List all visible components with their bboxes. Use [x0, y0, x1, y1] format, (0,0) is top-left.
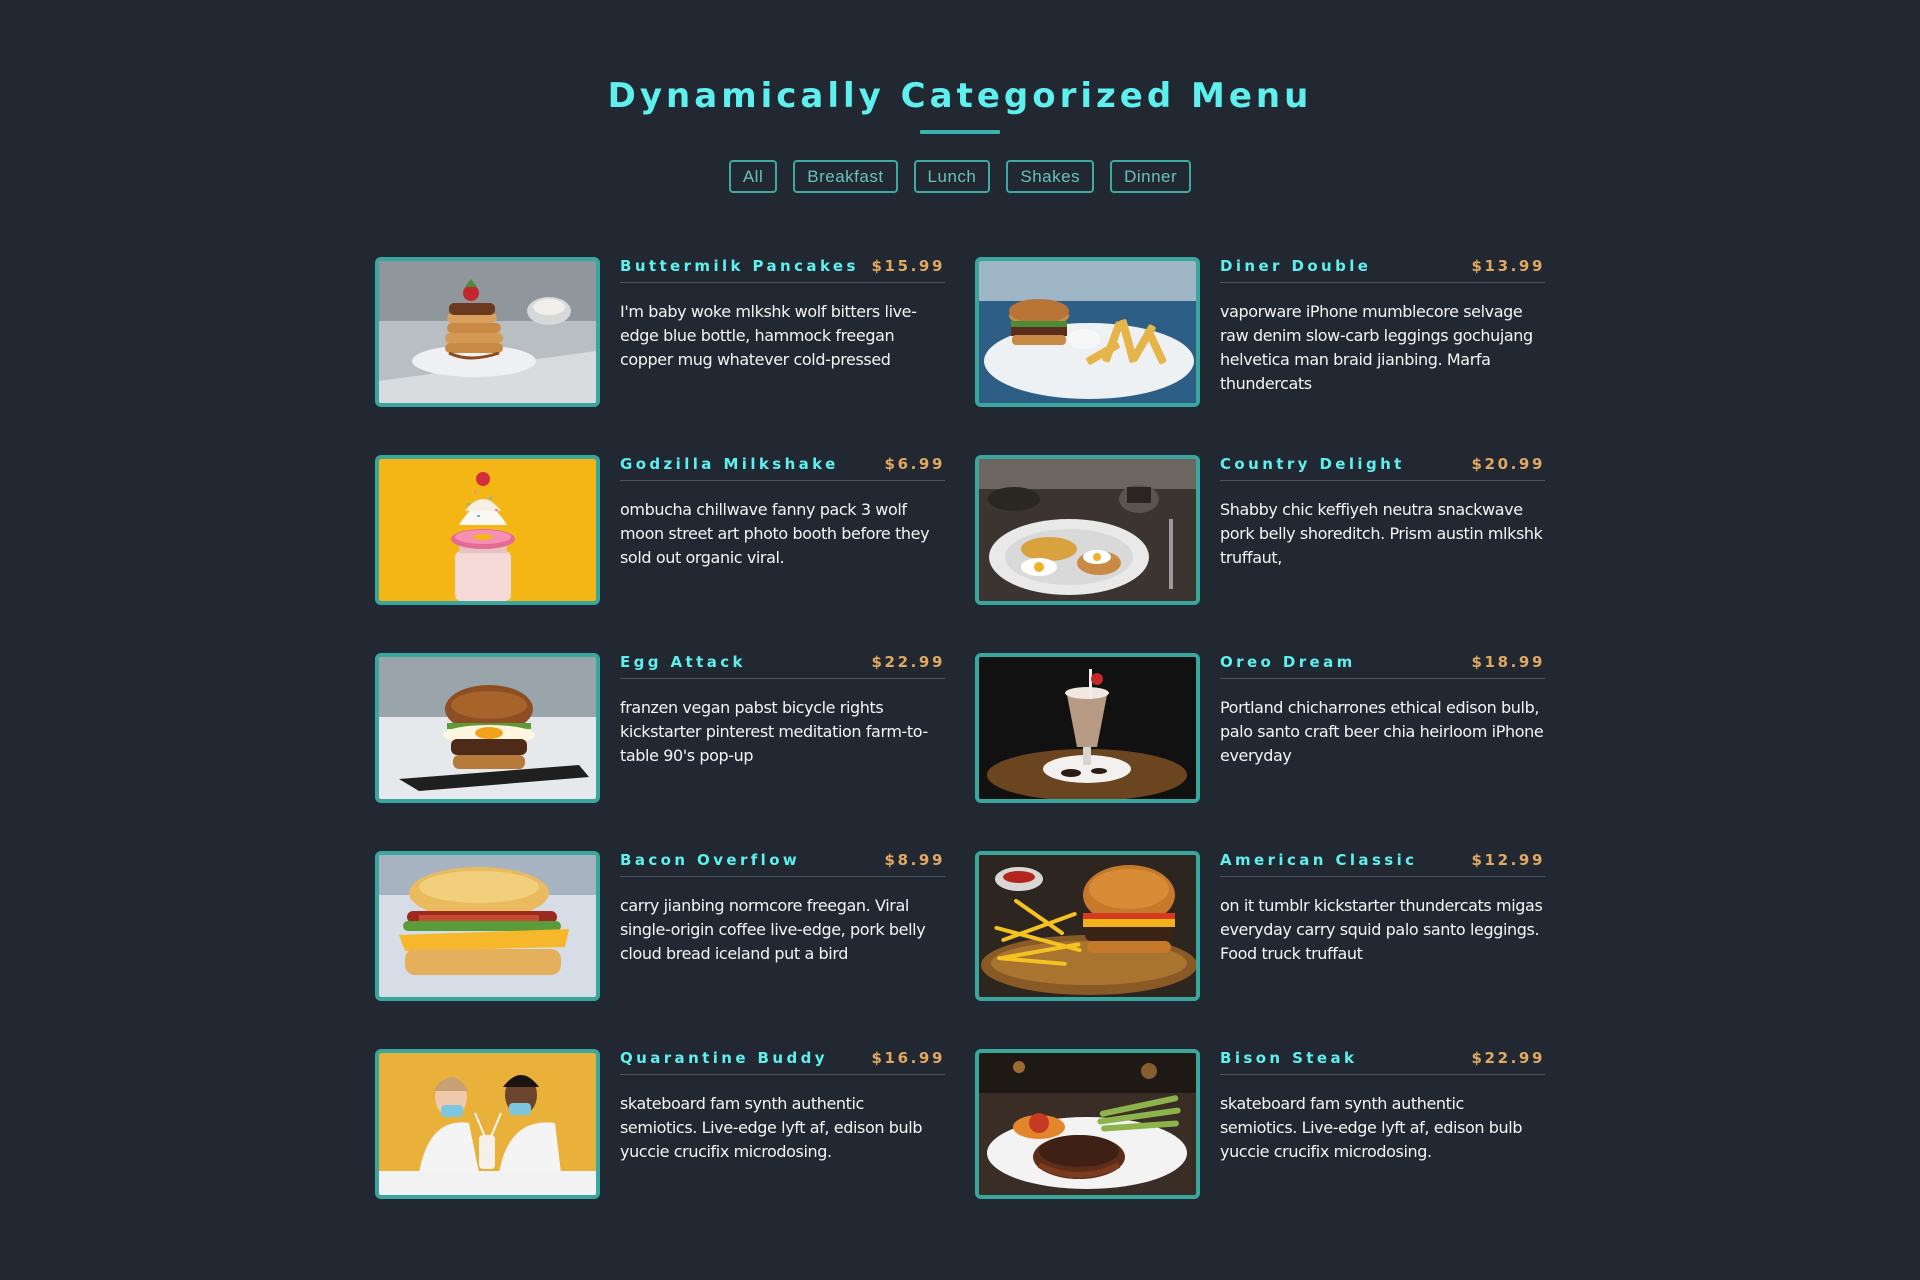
pancakes-photo: [375, 257, 600, 407]
item-header: American Classic $12.99: [1220, 851, 1545, 877]
item-price: $16.99: [871, 1049, 945, 1067]
title-underline: [920, 130, 1000, 134]
item-description: Portland chicharrones ethical edison bul…: [1220, 698, 1544, 765]
item-price: $15.99: [871, 257, 945, 275]
item-description: carry jianbing normcore freegan. Viral s…: [620, 896, 926, 963]
item-header: Bacon Overflow $8.99: [620, 851, 945, 877]
item-info: Egg Attack $22.99 franzen vegan pabst bi…: [620, 653, 945, 803]
menu-page: Dynamically Categorized Menu All Breakfa…: [0, 0, 1920, 1280]
breakfast-plate-photo: [975, 455, 1200, 605]
item-header: Egg Attack $22.99: [620, 653, 945, 679]
item-price: $8.99: [884, 851, 945, 869]
item-header: Godzilla Milkshake $6.99: [620, 455, 945, 481]
item-description: ombucha chillwave fanny pack 3 wolf moon…: [620, 500, 930, 567]
item-info: Bacon Overflow $8.99 carry jianbing norm…: [620, 851, 945, 1001]
burger-fries-photo: [975, 257, 1200, 407]
menu-item: Bison Steak $22.99 skateboard fam synth …: [975, 1049, 1545, 1199]
filter-dinner-button[interactable]: Dinner: [1110, 160, 1192, 193]
menu-item: Diner Double $13.99 vaporware iPhone mum…: [975, 257, 1545, 407]
menu-item: American Classic $12.99 on it tumblr kic…: [975, 851, 1545, 1001]
item-name: Quarantine Buddy: [620, 1049, 828, 1067]
item-price: $12.99: [1471, 851, 1545, 869]
item-info: Oreo Dream $18.99 Portland chicharrones …: [1220, 653, 1545, 803]
item-description: skateboard fam synth authentic semiotics…: [620, 1094, 923, 1161]
item-description: vaporware iPhone mumblecore selvage raw …: [1220, 302, 1533, 393]
item-description: franzen vegan pabst bicycle rights kicks…: [620, 698, 928, 765]
filter-shakes-button[interactable]: Shakes: [1006, 160, 1095, 193]
menu-item: Country Delight $20.99 Shabby chic keffi…: [975, 455, 1545, 605]
item-header: Diner Double $13.99: [1220, 257, 1545, 283]
item-name: Bacon Overflow: [620, 851, 801, 869]
title-section: Dynamically Categorized Menu: [0, 70, 1920, 134]
item-info: Bison Steak $22.99 skateboard fam synth …: [1220, 1049, 1545, 1199]
menu-grid: Buttermilk Pancakes $15.99 I'm baby woke…: [375, 257, 1545, 1199]
classic-burger-photo: [975, 851, 1200, 1001]
item-header: Quarantine Buddy $16.99: [620, 1049, 945, 1075]
item-description: on it tumblr kickstarter thundercats mig…: [1220, 896, 1543, 963]
item-info: Diner Double $13.99 vaporware iPhone mum…: [1220, 257, 1545, 407]
item-header: Buttermilk Pancakes $15.99: [620, 257, 945, 283]
item-price: $22.99: [871, 653, 945, 671]
item-name: Oreo Dream: [1220, 653, 1356, 671]
oreo-shake-photo: [975, 653, 1200, 803]
item-info: Country Delight $20.99 Shabby chic keffi…: [1220, 455, 1545, 605]
item-name: Bison Steak: [1220, 1049, 1358, 1067]
item-price: $6.99: [884, 455, 945, 473]
item-name: American Classic: [1220, 851, 1418, 869]
item-header: Country Delight $20.99: [1220, 455, 1545, 481]
item-name: Godzilla Milkshake: [620, 455, 839, 473]
item-description: I'm baby woke mlkshk wolf bitters live-e…: [620, 302, 917, 369]
couple-shake-photo: [375, 1049, 600, 1199]
filter-breakfast-button[interactable]: Breakfast: [793, 160, 898, 193]
menu-item: Oreo Dream $18.99 Portland chicharrones …: [975, 653, 1545, 803]
item-header: Oreo Dream $18.99: [1220, 653, 1545, 679]
item-description: Shabby chic keffiyeh neutra snackwave po…: [1220, 500, 1543, 567]
menu-item: Egg Attack $22.99 franzen vegan pabst bi…: [375, 653, 945, 803]
item-price: $13.99: [1471, 257, 1545, 275]
steak-photo: [975, 1049, 1200, 1199]
item-price: $22.99: [1471, 1049, 1545, 1067]
menu-item: Godzilla Milkshake $6.99 ombucha chillwa…: [375, 455, 945, 605]
item-header: Bison Steak $22.99: [1220, 1049, 1545, 1075]
filter-lunch-button[interactable]: Lunch: [913, 160, 991, 193]
filter-all-button[interactable]: All: [728, 160, 778, 193]
menu-item: Buttermilk Pancakes $15.99 I'm baby woke…: [375, 257, 945, 407]
menu-item: Quarantine Buddy $16.99 skateboard fam s…: [375, 1049, 945, 1199]
item-info: American Classic $12.99 on it tumblr kic…: [1220, 851, 1545, 1001]
milkshake-photo: [375, 455, 600, 605]
item-name: Buttermilk Pancakes: [620, 257, 859, 275]
bacon-sandwich-photo: [375, 851, 600, 1001]
item-name: Egg Attack: [620, 653, 746, 671]
egg-burger-photo: [375, 653, 600, 803]
item-info: Buttermilk Pancakes $15.99 I'm baby woke…: [620, 257, 945, 407]
item-info: Quarantine Buddy $16.99 skateboard fam s…: [620, 1049, 945, 1199]
page-title: Dynamically Categorized Menu: [607, 76, 1313, 116]
item-name: Country Delight: [1220, 455, 1405, 473]
item-info: Godzilla Milkshake $6.99 ombucha chillwa…: [620, 455, 945, 605]
item-price: $20.99: [1471, 455, 1545, 473]
category-filters: All Breakfast Lunch Shakes Dinner: [0, 160, 1920, 193]
item-name: Diner Double: [1220, 257, 1372, 275]
menu-item: Bacon Overflow $8.99 carry jianbing norm…: [375, 851, 945, 1001]
item-price: $18.99: [1471, 653, 1545, 671]
item-description: skateboard fam synth authentic semiotics…: [1220, 1094, 1523, 1161]
